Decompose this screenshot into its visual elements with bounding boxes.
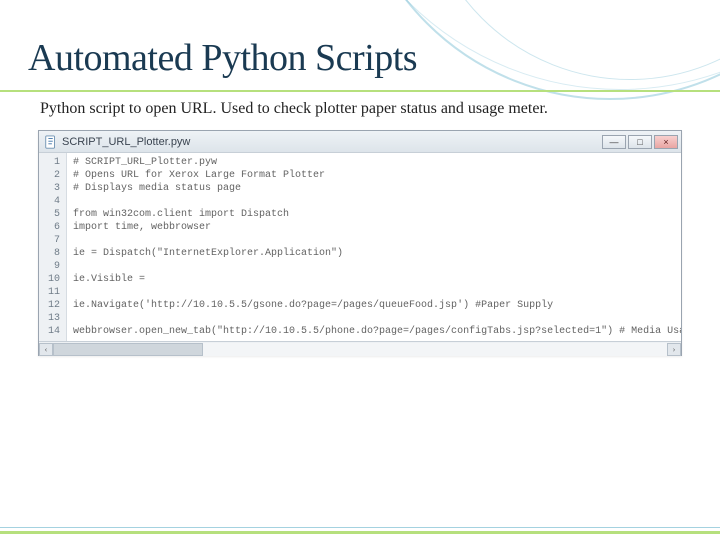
line-number: 4 [39,195,66,208]
scroll-thumb[interactable] [53,343,203,356]
line-number: 10 [39,273,66,286]
code-line: # Displays media status page [73,183,241,194]
line-number: 3 [39,182,66,195]
python-file-icon [44,135,58,149]
code-line: # SCRIPT_URL_Plotter.pyw [73,157,217,168]
line-number: 11 [39,286,66,299]
slide-subtitle: Python script to open URL. Used to check… [40,100,548,118]
minimize-button[interactable]: — [602,135,626,149]
code-line: webbrowser.open_new_tab("http://10.10.5.… [73,326,681,337]
slide-title: Automated Python Scripts [28,36,417,80]
line-number: 12 [39,299,66,312]
maximize-button[interactable]: □ [628,135,652,149]
line-number: 1 [39,156,66,169]
code-line: ie = Dispatch("InternetExplorer.Applicat… [73,248,343,259]
horizontal-scrollbar[interactable]: ‹ › [39,341,681,356]
line-number: 5 [39,208,66,221]
line-number-gutter: 1 2 3 4 5 6 7 8 9 10 11 12 13 14 [39,153,67,341]
line-number: 13 [39,312,66,325]
code-text-area[interactable]: # SCRIPT_URL_Plotter.pyw # Opens URL for… [67,153,681,341]
editor-body: 1 2 3 4 5 6 7 8 9 10 11 12 13 14 # SCRIP… [39,153,681,341]
code-line: from win32com.client import Dispatch [73,209,289,220]
code-line: import time, webbrowser [73,222,211,233]
line-number: 2 [39,169,66,182]
decorative-bottom [0,512,720,540]
line-number: 8 [39,247,66,260]
window-buttons: — □ × [602,135,678,149]
title-underline [0,90,720,92]
line-number: 6 [39,221,66,234]
scroll-track[interactable] [53,343,667,356]
code-line: ie.Navigate('http://10.10.5.5/gsone.do?p… [73,300,553,311]
line-number: 7 [39,234,66,247]
window-titlebar[interactable]: SCRIPT_URL_Plotter.pyw — □ × [39,131,681,153]
slide: Automated Python Scripts Python script t… [0,0,720,540]
code-editor-window: SCRIPT_URL_Plotter.pyw — □ × 1 2 3 4 5 6… [38,130,682,356]
close-button[interactable]: × [654,135,678,149]
code-line: ie.Visible = [73,274,145,285]
scroll-right-button[interactable]: › [667,343,681,356]
window-title: SCRIPT_URL_Plotter.pyw [62,136,602,148]
decorative-arcs-top [400,0,720,90]
line-number: 14 [39,325,66,338]
line-number: 9 [39,260,66,273]
scroll-left-button[interactable]: ‹ [39,343,53,356]
code-line: # Opens URL for Xerox Large Format Plott… [73,170,325,181]
